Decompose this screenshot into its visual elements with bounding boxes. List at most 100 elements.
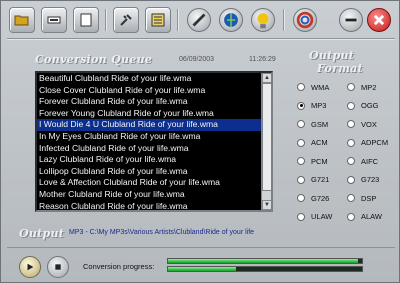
radio-icon[interactable] [347, 101, 355, 110]
format-label: ALAW [361, 212, 382, 221]
radio-icon[interactable] [347, 175, 355, 184]
queue-items: Beautiful Clubland Ride of your life.wma… [37, 73, 263, 210]
format-label: G721 [311, 175, 330, 184]
scroll-down-icon[interactable]: ▼ [262, 200, 271, 210]
progress-label: Conversion progress: [83, 262, 155, 271]
scroll-thumb[interactable] [262, 83, 271, 191]
radio-icon[interactable] [297, 157, 305, 165]
minimize-button[interactable] [339, 8, 363, 32]
radio-icon[interactable] [297, 175, 305, 184]
format-label: OGG [361, 101, 379, 110]
queue-time: 11:26:29 [249, 56, 276, 63]
scroll-up-icon[interactable]: ▲ [262, 73, 271, 83]
radio-icon[interactable] [297, 101, 305, 110]
lightbulb-icon [257, 13, 269, 29]
file-progress-bar [167, 258, 363, 264]
queue-scrollbar[interactable]: ▲ ▼ [261, 73, 271, 210]
equalizer-icon [47, 16, 61, 24]
format-option-dsp[interactable]: DSP [347, 192, 376, 204]
queue-item[interactable]: Reason Clubland Ride of your life.wma [37, 201, 263, 210]
queue-item[interactable]: Beautiful Clubland Ride of your life.wma [37, 73, 263, 85]
lightbulb-button[interactable] [251, 8, 275, 32]
format-option-g726[interactable]: G726 [297, 192, 329, 204]
stop-button[interactable] [47, 256, 69, 278]
format-label: DSP [361, 193, 377, 203]
document-icon [80, 13, 92, 27]
list-icon [151, 13, 165, 27]
tools-icon [120, 14, 132, 26]
format-option-adpcm[interactable]: ADPCM [347, 137, 388, 149]
output-label: Output [19, 227, 65, 240]
list-button[interactable] [145, 7, 171, 33]
queue-item[interactable]: Forever Clubland Ride of your life.wma [37, 96, 263, 108]
file-progress-fill [168, 259, 359, 263]
equalizer-button[interactable] [41, 7, 67, 33]
queue-item[interactable]: Mother Clubland Ride of your life.wma [37, 189, 263, 201]
play-icon [27, 263, 34, 271]
radio-icon[interactable] [347, 138, 355, 147]
toolbar-separator [177, 9, 179, 31]
radio-icon[interactable] [347, 83, 355, 91]
radio-icon[interactable] [297, 212, 305, 221]
toolbar-separator [283, 9, 285, 31]
queue-item[interactable]: Lazy Clubland Ride of your life.wma [37, 154, 263, 166]
conversion-queue-list[interactable]: Beautiful Clubland Ride of your life.wma… [35, 71, 273, 212]
queue-date: 06/09/2003 [179, 56, 215, 63]
queue-item[interactable]: Forever Young Clubland Ride of your life… [37, 108, 263, 120]
format-option-pcm[interactable]: PCM [297, 155, 328, 167]
tools-button[interactable] [113, 7, 139, 33]
play-button[interactable] [19, 256, 41, 278]
close-icon [373, 14, 385, 26]
format-option-gsm[interactable]: GSM [297, 118, 328, 130]
queue-item[interactable]: Lollipop Clubland Ride of your life.wma [37, 166, 263, 178]
format-label: G726 [311, 193, 330, 203]
format-label: WMA [311, 82, 330, 92]
format-option-mp3[interactable]: MP3 [297, 100, 326, 112]
open-folder-button[interactable] [9, 7, 35, 33]
queue-item[interactable]: Love & Affection Clubland Ride of your l… [37, 177, 263, 189]
format-option-aifc[interactable]: AIFC [347, 155, 378, 167]
globe-icon [224, 13, 238, 27]
queue-item[interactable]: I Would Die 4 U Clubland Ride of your li… [37, 119, 263, 131]
format-option-ulaw[interactable]: ULAW [297, 211, 332, 223]
pen-icon [192, 13, 206, 27]
format-label: ACM [311, 138, 328, 147]
format-label: MP3 [311, 101, 327, 110]
format-label: ULAW [311, 212, 333, 221]
rings-button[interactable] [293, 8, 317, 32]
globe-button[interactable] [219, 8, 243, 32]
radio-icon[interactable] [297, 194, 305, 202]
minimize-icon [345, 18, 357, 22]
format-option-wma[interactable]: WMA [297, 81, 329, 93]
toolbar-divider [7, 38, 395, 40]
format-option-g723[interactable]: G723 [347, 174, 379, 186]
radio-icon[interactable] [347, 212, 355, 221]
format-label: AIFC [361, 156, 379, 166]
format-label: MP2 [361, 82, 377, 92]
queue-item[interactable]: Close Cover Clubland Ride of your life.w… [37, 85, 263, 97]
format-label: GSM [311, 119, 329, 129]
format-option-alaw[interactable]: ALAW [347, 211, 382, 223]
toolbar-separator [105, 9, 107, 31]
radio-icon[interactable] [347, 194, 355, 202]
close-button[interactable] [367, 8, 391, 32]
radio-icon[interactable] [347, 120, 355, 128]
radio-icon[interactable] [347, 157, 355, 165]
queue-title: Conversion Queue [35, 53, 153, 66]
total-progress-bar [167, 266, 363, 272]
format-option-vox[interactable]: VOX [347, 118, 377, 130]
radio-icon[interactable] [297, 138, 305, 147]
output-format-title-line1: Output [309, 49, 355, 62]
pen-button[interactable] [187, 8, 211, 32]
radio-icon[interactable] [297, 83, 305, 91]
queue-item[interactable]: In My Eyes Clubland Ride of your life.wm… [37, 131, 263, 143]
format-option-g721[interactable]: G721 [297, 174, 329, 186]
format-option-acm[interactable]: ACM [297, 137, 328, 149]
total-progress-fill [168, 267, 236, 271]
format-label: ADPCM [361, 138, 389, 147]
document-button[interactable] [73, 7, 99, 33]
format-option-mp2[interactable]: MP2 [347, 81, 376, 93]
format-option-ogg[interactable]: OGG [347, 100, 379, 112]
radio-icon[interactable] [297, 120, 305, 128]
queue-item[interactable]: Infected Clubland Ride of your life.wma [37, 143, 263, 155]
